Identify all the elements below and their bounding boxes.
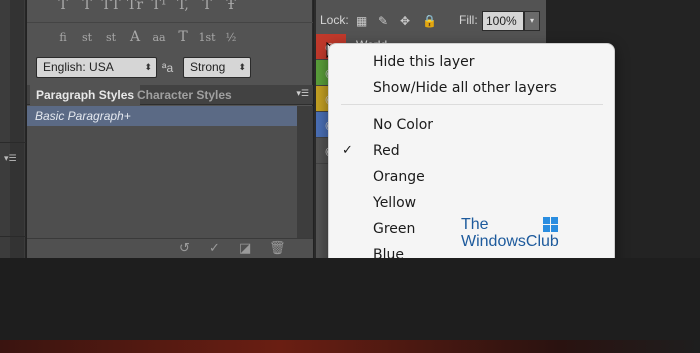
list-item[interactable]: Basic Paragraph+ (27, 106, 297, 126)
paragraph-styles-list: Basic Paragraph+ (27, 106, 297, 238)
subscript-button[interactable]: T, (171, 0, 195, 13)
styles-bottom-toolbar: ↺ ✓ ◪ 🗑 (27, 238, 313, 258)
menu-item-label: Green (373, 221, 416, 237)
menu-item-label: Show/Hide all other layers (373, 80, 557, 96)
fill-input[interactable]: 100% (482, 11, 524, 31)
titling-alternates-button[interactable]: T (171, 29, 195, 45)
updown-arrow-icon: ⬍ (238, 62, 246, 72)
menu-item-yellow[interactable]: Yellow (329, 191, 614, 215)
lock-row: Lock: ▦ ✎ ✥ 🔒 Fill: 100% ▾ (316, 9, 546, 33)
stylistic-alternates-button[interactable]: aa (147, 31, 171, 44)
taskbar-glow (0, 340, 700, 353)
tab-character-styles[interactable]: Character Styles (131, 85, 238, 105)
lock-transparent-icon[interactable]: ▦ (356, 14, 367, 28)
divider (27, 22, 313, 23)
clear-override-icon[interactable]: ↺ (179, 241, 190, 256)
fill-label: Fill: (459, 13, 478, 27)
menu-item-hide-layer[interactable]: Hide this layer (329, 50, 614, 74)
opentype-buttons: fi st st A aa T 1st ½ (27, 26, 313, 48)
left-divider (0, 236, 26, 237)
left-divider (0, 142, 26, 143)
panel-menu-icon[interactable]: ▾☰ (4, 154, 26, 166)
menu-item-no-color[interactable]: No Color (329, 113, 614, 137)
menu-separator (341, 104, 603, 105)
lock-label: Lock: (320, 13, 349, 27)
character-panel: T T TT Tr T¹ T, T Ŧ fi st st A aa T 1st … (27, 0, 313, 258)
discretionary-ligatures-button[interactable]: st (99, 31, 123, 44)
antialias-value: Strong (190, 60, 226, 74)
language-select[interactable]: English: USA ⬍ (36, 57, 157, 78)
menu-item-show-hide-others[interactable]: Show/Hide all other layers (329, 76, 614, 100)
menu-item-red[interactable]: ✓ Red (329, 139, 614, 163)
checkmark-icon: ✓ (342, 143, 353, 158)
menu-item-orange[interactable]: Orange (329, 165, 614, 189)
fractions-button[interactable]: ½ (219, 31, 243, 44)
antialias-icon: ªa (162, 61, 174, 75)
panel-menu-icon[interactable]: ▾☰ (296, 89, 309, 99)
styles-tab-bar: Paragraph Styles Character Styles ▾☰ (27, 85, 313, 105)
tab-paragraph-styles[interactable]: Paragraph Styles (30, 85, 141, 105)
small-caps-button[interactable]: Tr (123, 0, 147, 13)
fill-dropdown-button[interactable]: ▾ (524, 11, 540, 31)
commit-check-icon[interactable]: ✓ (209, 241, 220, 256)
canvas-background (0, 258, 700, 353)
left-scrollbar[interactable] (10, 0, 24, 258)
windows-logo-icon (543, 217, 559, 233)
superscript-button[interactable]: T¹ (147, 0, 171, 13)
lock-position-icon[interactable]: ✥ (400, 14, 410, 28)
faux-bold-button[interactable]: T (51, 0, 75, 13)
menu-item-label: No Color (373, 117, 434, 133)
watermark-line2: WindowsClub (461, 233, 559, 250)
watermark-logo: The WindowsClub (459, 215, 563, 253)
antialias-select[interactable]: Strong ⬍ (183, 57, 251, 78)
watermark-line1: The (461, 216, 489, 233)
left-panel-edge: ▾☰ (0, 0, 26, 258)
updown-arrow-icon: ⬍ (144, 62, 152, 72)
menu-item-label: Red (373, 143, 400, 159)
menu-item-label: Hide this layer (373, 54, 475, 70)
strikethrough-button[interactable]: Ŧ (219, 0, 243, 13)
lock-all-icon[interactable]: 🔒 (422, 14, 437, 28)
menu-item-label: Yellow (373, 195, 417, 211)
menu-item-label: Orange (373, 169, 425, 185)
lock-pixels-icon[interactable]: ✎ (378, 14, 388, 28)
trash-icon[interactable]: 🗑 (269, 241, 286, 256)
language-value: English: USA (43, 60, 114, 74)
styles-scrollbar[interactable] (297, 106, 313, 238)
ligatures-button[interactable]: fi (51, 31, 75, 44)
all-caps-button[interactable]: TT (99, 0, 123, 13)
new-style-icon[interactable]: ◪ (239, 241, 251, 256)
underline-button[interactable]: T (195, 0, 219, 13)
old-style-button[interactable]: st (75, 31, 99, 44)
type-style-buttons: T T TT Tr T¹ T, T Ŧ (27, 0, 313, 16)
ordinals-button[interactable]: 1st (195, 31, 219, 44)
faux-italic-button[interactable]: T (75, 0, 99, 13)
swash-button[interactable]: A (123, 29, 147, 45)
